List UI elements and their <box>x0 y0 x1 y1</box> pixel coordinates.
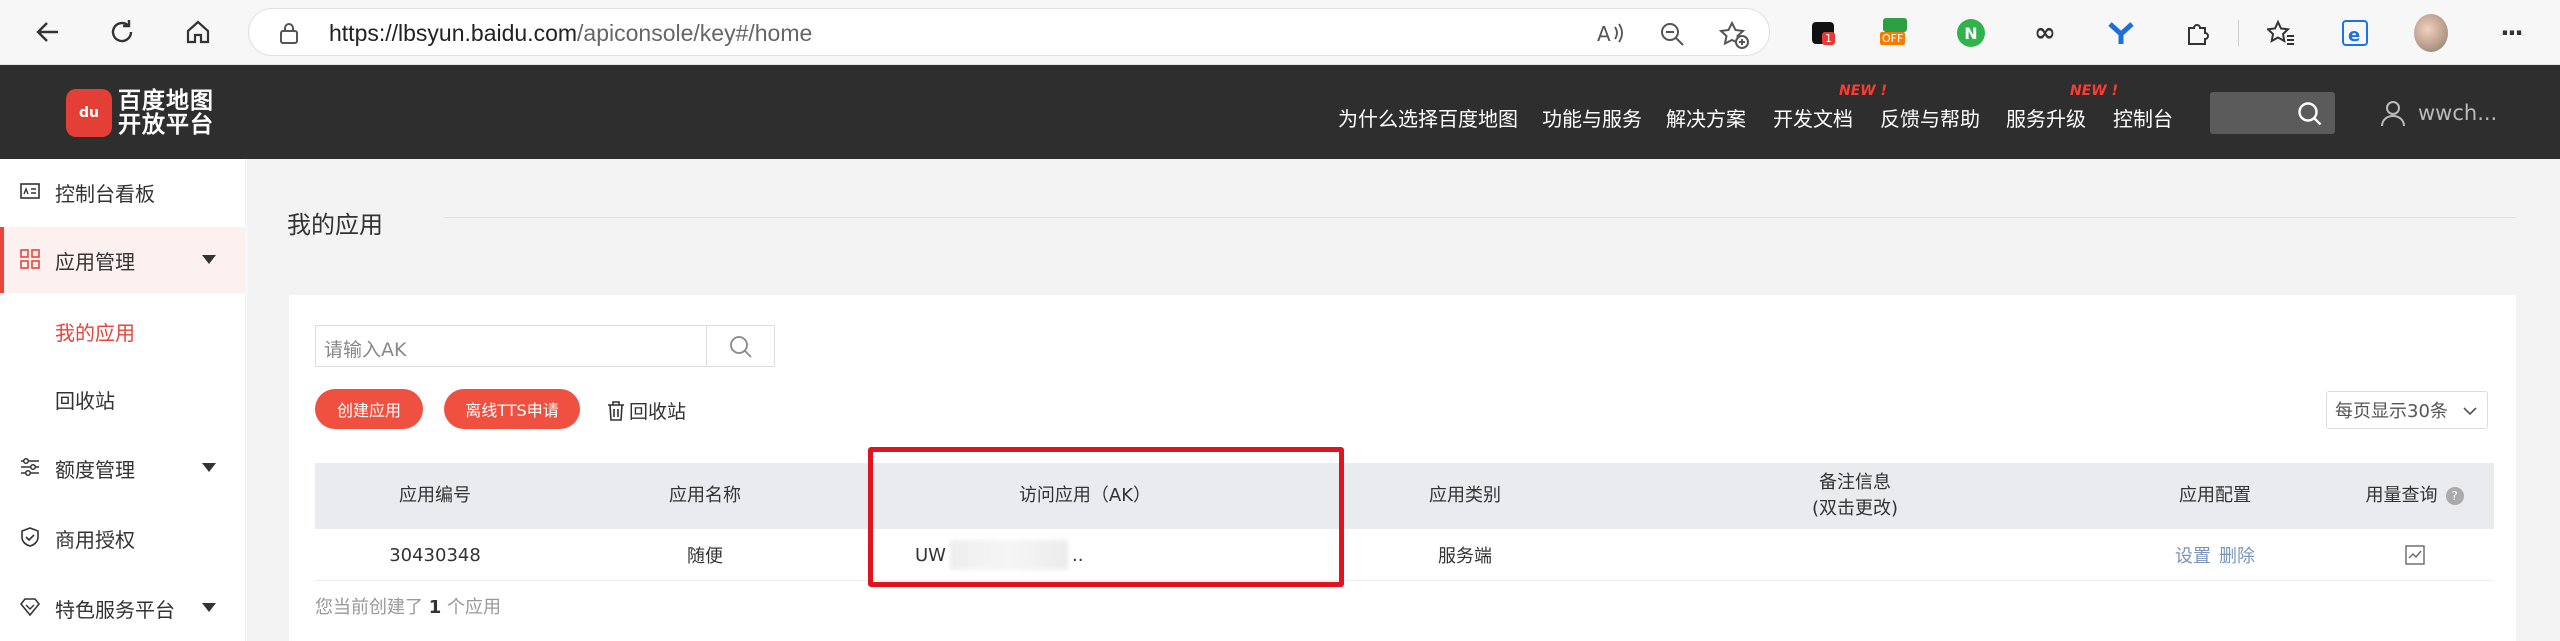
settings-link[interactable]: 设置 <box>2175 542 2211 568</box>
help-icon[interactable]: ? <box>2445 487 2464 505</box>
app-list-card: 请输入AK 创建应用 离线TTS申请 回收站 每页显示30条 应用编号 应用名称… <box>289 295 2516 641</box>
extension-off-icon[interactable]: OFF <box>1878 16 1912 50</box>
search-placeholder: 请输入AK <box>324 339 407 361</box>
search-button[interactable] <box>707 325 775 367</box>
col-app-id: 应用编号 <box>399 485 471 506</box>
back-icon[interactable] <box>26 10 70 54</box>
user-icon <box>2381 101 2405 127</box>
svg-text:e: e <box>2348 25 2360 46</box>
nav-solutions[interactable]: 解决方案 <box>1666 103 1746 132</box>
header-search[interactable] <box>2210 92 2335 134</box>
sidebar-item-featured-services[interactable]: 特色服务平台 <box>0 575 246 641</box>
shield-icon <box>21 527 39 547</box>
nav-feedback[interactable]: 反馈与帮助 <box>1880 103 1980 132</box>
chevron-down-icon <box>202 463 216 472</box>
chevron-down-icon <box>202 255 216 264</box>
search-icon <box>730 336 752 358</box>
sidebar-item-my-apps[interactable]: 我的应用 <box>55 317 135 346</box>
nav-service-upgrade[interactable]: NEW ! 服务升级 <box>2006 83 2118 132</box>
user-menu[interactable]: wwch... <box>2380 99 2497 127</box>
logo-mark: du <box>66 89 112 137</box>
url-text: https://lbsyun.baidu.com/apiconsole/key#… <box>329 20 813 46</box>
ak-highlight-box <box>868 447 1344 587</box>
nav-console[interactable]: 控制台 <box>2113 103 2173 132</box>
cell-app-id: 30430348 <box>389 544 481 566</box>
infinity-icon[interactable]: ∞ <box>2028 16 2062 50</box>
read-aloud-icon[interactable]: A <box>1597 21 1625 45</box>
baidu-map-logo[interactable]: du 百度地图 开放平台 <box>66 89 226 137</box>
extension-n-icon[interactable]: N <box>1954 16 1988 50</box>
more-icon[interactable]: ··· <box>2494 16 2528 50</box>
favorites-icon[interactable] <box>2264 16 2298 50</box>
svg-text:A: A <box>1597 22 1611 45</box>
refresh-icon[interactable] <box>100 10 144 54</box>
cell-app-name: 随便 <box>687 546 723 567</box>
home-icon[interactable] <box>176 10 220 54</box>
address-bar[interactable]: https://lbsyun.baidu.com/apiconsole/key#… <box>248 8 1770 56</box>
recycle-bin-button[interactable]: 回收站 <box>607 397 686 424</box>
cell-remark[interactable] <box>1615 529 2095 581</box>
chevron-down-icon <box>2463 407 2477 416</box>
main-content: 我的应用 请输入AK 创建应用 离线TTS申请 回收站 每页显示30条 应用编号… <box>247 159 2560 641</box>
dashboard-icon <box>20 183 40 199</box>
table-row: 30430348 随便 UW.. 服务端 设置 删除 <box>315 529 2494 581</box>
col-category: 应用类别 <box>1429 485 1501 506</box>
profile-avatar-icon[interactable] <box>2414 14 2448 52</box>
sidebar-item-app-management[interactable]: 应用管理 <box>0 227 246 293</box>
per-page-select[interactable]: 每页显示30条 <box>2326 391 2488 429</box>
sidebar-item-dashboard[interactable]: 控制台看板 <box>0 159 246 225</box>
cell-usage <box>2335 529 2494 581</box>
lock-icon <box>280 23 298 44</box>
extension-black-icon[interactable]: 1 <box>1806 16 1840 50</box>
new-badge: NEW ! <box>2070 83 2118 99</box>
diamond-icon <box>20 598 40 617</box>
offline-tts-button[interactable]: 离线TTS申请 <box>444 389 580 429</box>
sidebar-item-quota[interactable]: 额度管理 <box>0 435 246 501</box>
sliders-icon <box>21 457 39 477</box>
ak-search-input[interactable]: 请输入AK <box>315 325 707 367</box>
nav-docs[interactable]: NEW ! 开发文档 <box>1773 83 1887 132</box>
grid-icon <box>20 249 40 269</box>
edge-icon[interactable]: e <box>2338 16 2372 50</box>
nav-features[interactable]: 功能与服务 <box>1542 103 1642 132</box>
chevron-down-icon <box>202 603 216 612</box>
username: wwch... <box>2418 101 2498 125</box>
add-favorite-icon[interactable] <box>1719 21 1749 49</box>
puzzle-icon[interactable] <box>2180 16 2214 50</box>
sidebar: 控制台看板 应用管理 我的应用 回收站 额度管理 商用授权 特色服务平台 <box>0 159 246 641</box>
col-config: 应用配置 <box>2179 485 2251 506</box>
chart-icon[interactable] <box>2404 545 2425 565</box>
browser-toolbar: https://lbsyun.baidu.com/apiconsole/key#… <box>0 0 2560 65</box>
new-badge: NEW ! <box>1839 83 1887 99</box>
title-divider <box>445 217 2515 218</box>
app-count-note: 您当前创建了 1 个应用 <box>315 597 501 618</box>
sidebar-item-commercial-license[interactable]: 商用授权 <box>0 505 246 571</box>
page-title: 我的应用 <box>287 211 383 239</box>
y-extension-icon[interactable] <box>2104 16 2138 50</box>
nav-why-baidu-map[interactable]: 为什么选择百度地图 <box>1338 103 1518 132</box>
col-usage: 用量查询 ? <box>2335 463 2494 529</box>
logo-text: 百度地图 开放平台 <box>118 88 214 138</box>
cell-category: 服务端 <box>1438 546 1492 567</box>
table-header: 应用编号 应用名称 访问应用（AK） 应用类别 备注信息 (双击更改) 应用配置 … <box>315 463 2494 529</box>
col-app-name: 应用名称 <box>669 485 741 506</box>
toolbar-divider <box>2238 20 2239 46</box>
zoom-out-icon[interactable] <box>1659 21 1685 47</box>
search-icon <box>2298 102 2322 126</box>
site-header: du 百度地图 开放平台 为什么选择百度地图 功能与服务 解决方案 NEW ! … <box>0 65 2560 159</box>
create-app-button[interactable]: 创建应用 <box>315 389 423 429</box>
delete-link[interactable]: 删除 <box>2219 542 2255 568</box>
cell-config: 设置 删除 <box>2095 529 2335 581</box>
sidebar-item-recycle-bin[interactable]: 回收站 <box>55 385 115 414</box>
col-remark: 备注信息 (双击更改) <box>1811 472 1899 519</box>
trash-icon <box>608 400 624 421</box>
